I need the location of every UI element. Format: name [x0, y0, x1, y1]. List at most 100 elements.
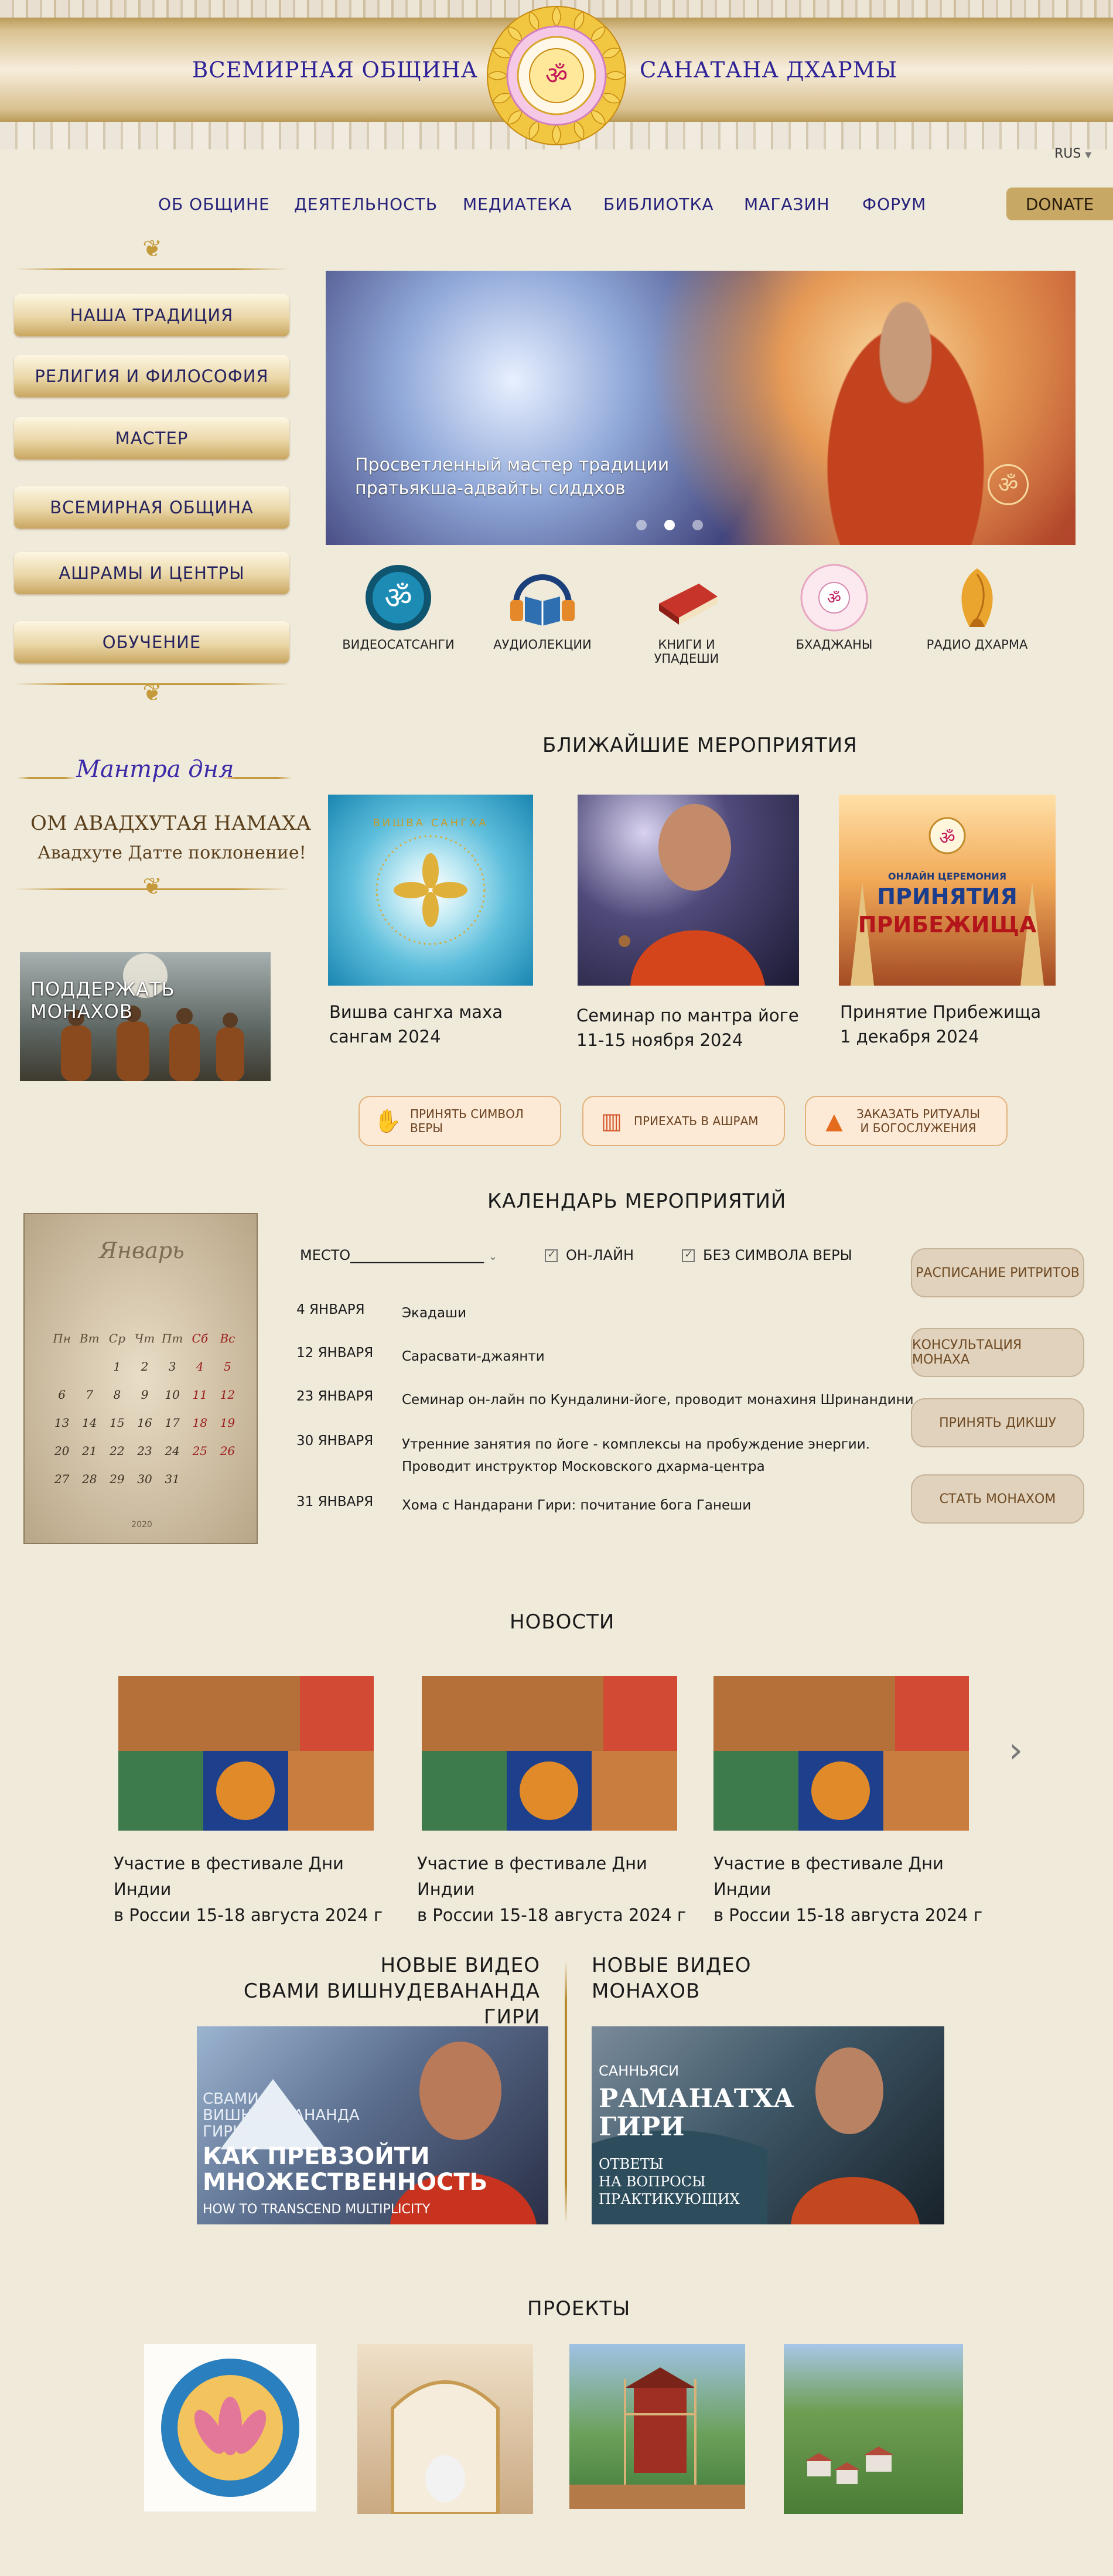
visit-ashram-button[interactable]: ▥ ПРИЕХАТЬ В АШРАМ [582, 1096, 785, 1146]
sidebar-item-master[interactable]: МАСТЕР [14, 417, 289, 459]
calendar-day[interactable]: 6 [48, 1388, 76, 1402]
project-image-lotus[interactable] [144, 2344, 316, 2512]
event-caption-refuge[interactable]: Принятие Прибежища 1 декабря 2024 [840, 1000, 1041, 1049]
sidebar-item-religion[interactable]: РЕЛИГИЯ И ФИЛОСОФИЯ [14, 355, 289, 397]
calendar-day[interactable]: 31 [159, 1472, 186, 1486]
nav-item-media[interactable]: МЕДИАТЕКА [463, 195, 572, 214]
news-caption[interactable]: Участие в фестивале Дни Индии в России 15… [114, 1851, 395, 1928]
event-date: 30 ЯНВАРЯ [296, 1433, 374, 1449]
calendar-day[interactable]: 28 [76, 1472, 103, 1486]
nav-item-activity[interactable]: ДЕЯТЕЛЬНОСТЬ [294, 195, 438, 214]
sidebar-item-community[interactable]: ВСЕМИРНАЯ ОБЩИНА [14, 486, 289, 529]
calendar-day[interactable]: 24 [159, 1444, 186, 1458]
calendar-day[interactable]: 25 [186, 1444, 214, 1458]
videos-monks-heading-line2: МОНАХОВ [592, 1979, 701, 2003]
calendar-day[interactable]: 13 [48, 1416, 76, 1430]
event-caption-seminar[interactable]: Семинар по мантра йоге 11-15 ноября 2024 [576, 1003, 799, 1052]
online-checkbox[interactable] [545, 1248, 558, 1262]
calendar-day[interactable]: 19 [214, 1416, 241, 1430]
calendar-day[interactable]: 26 [214, 1444, 241, 1458]
calendar-day[interactable]: 15 [103, 1416, 131, 1430]
support-monks-banner[interactable]: ПОДДЕРЖАТЬ МОНАХОВ [20, 952, 271, 1081]
calendar-event-row[interactable]: 4 ЯНВАРЯ Экадаши [296, 1302, 466, 1321]
calendar-day[interactable]: 27 [48, 1472, 76, 1486]
calendar-day[interactable]: 1 [103, 1359, 131, 1374]
sidebar-item-ashrams[interactable]: АШРАМЫ И ЦЕНТРЫ [14, 552, 289, 594]
calendar-day[interactable]: 3 [159, 1359, 186, 1374]
project-image-village[interactable] [784, 2344, 963, 2514]
become-monk-button[interactable]: СТАТЬ МОНАХОМ [911, 1474, 1084, 1524]
no-symbol-filter[interactable]: БЕЗ СИМВОЛА ВЕРЫ [682, 1247, 852, 1263]
retreat-schedule-button[interactable]: РАСПИСАНИЕ РИТРИТОВ [911, 1248, 1084, 1297]
calendar-event-row[interactable]: 30 ЯНВАРЯ Утренние занятия по йоге - комп… [296, 1433, 870, 1474]
calendar-day[interactable]: 9 [131, 1388, 158, 1402]
calendar-day[interactable]: 21 [76, 1444, 103, 1458]
calendar-event-row[interactable]: 12 ЯНВАРЯ Сарасвати-джаянти [296, 1345, 545, 1364]
no-symbol-checkbox[interactable] [682, 1248, 695, 1262]
calendar-day[interactable]: 7 [76, 1388, 103, 1402]
event-image-vishva[interactable]: ВИШВА САНГХА [328, 795, 533, 986]
calendar-day[interactable]: 23 [131, 1444, 158, 1458]
project-image-temple-interior[interactable] [357, 2344, 533, 2514]
calendar-day[interactable]: 20 [48, 1444, 76, 1458]
event-image-refuge[interactable]: ॐ ОНЛАЙН ЦЕРЕМОНИЯ ПРИНЯТИЯ ПРИБЕЖИЩА [839, 795, 1056, 986]
nav-item-about[interactable]: ОБ ОБЩИНЕ [158, 195, 270, 214]
event-image-seminar[interactable] [578, 795, 799, 986]
sidebar-item-tradition[interactable]: НАША ТРАДИЦИЯ [14, 294, 289, 336]
calendar-day[interactable]: 14 [76, 1416, 103, 1430]
place-filter[interactable]: МЕСТО___________________ ⌄ [300, 1247, 497, 1263]
video-thumbnail-master[interactable]: СВАМИ ВИШНУДЕВАНАНДА ГИРИ КАК ПРЕВЗОЙТИ МНО… [197, 2026, 548, 2224]
calendar-day[interactable]: 8 [103, 1388, 131, 1402]
hero-slider[interactable]: Просветленный мастер традиции пратьякша-… [326, 271, 1076, 545]
slider-dot-3[interactable] [692, 520, 703, 530]
nav-item-shop[interactable]: МАГАЗИН [744, 195, 830, 214]
calendar-day[interactable]: 16 [131, 1416, 158, 1430]
calendar-day[interactable]: 4 [186, 1359, 214, 1374]
calendar-event-row[interactable]: 31 ЯНВАРЯ Хома с Нандарани Гири: почитани… [296, 1494, 751, 1513]
accept-faith-symbol-button[interactable]: ✋ ПРИНЯТЬ СИМВОЛ ВЕРЫ [359, 1096, 561, 1146]
pill-label: ЗАКАЗАТЬ РИТУАЛЫ И БОГОСЛУЖЕНИЯ [856, 1107, 980, 1135]
calendar-day[interactable]: 30 [131, 1472, 158, 1486]
nav-item-library[interactable]: БИБЛИОТКА [603, 195, 714, 214]
online-filter[interactable]: ОН-ЛАЙН [545, 1247, 634, 1263]
calendar-day[interactable]: 29 [103, 1472, 131, 1486]
calendar-widget[interactable]: Январь Пн Вт Ср Чт Пт Сб Вс 1 2 3 4 5 6 7 8 9 10 11 12 13 14… [23, 1213, 258, 1544]
order-rituals-button[interactable]: ▲ ЗАКАЗАТЬ РИТУАЛЫ И БОГОСЛУЖЕНИЯ [805, 1096, 1008, 1146]
calendar-day[interactable]: 5 [214, 1359, 241, 1374]
language-selector[interactable]: RUS ▼ [1054, 146, 1091, 161]
slider-dot-2[interactable] [664, 520, 675, 530]
calendar-day[interactable]: 22 [103, 1444, 131, 1458]
quick-link-bhajans[interactable]: ॐ БХАДЖАНЫ [776, 563, 893, 652]
sidebar-divider-top [14, 268, 289, 270]
news-caption[interactable]: Участие в фестивале Дни Индии в России 15… [417, 1851, 698, 1928]
event-caption-line1: Принятие Прибежища [840, 1002, 1042, 1022]
quick-link-radio[interactable]: РАДИО ДХАРМА [919, 563, 1036, 652]
news-image[interactable] [713, 1676, 969, 1831]
calendar-day[interactable]: 18 [186, 1416, 214, 1430]
nav-item-forum[interactable]: ФОРУМ [862, 195, 926, 214]
calendar-weekday: Ср [108, 1331, 125, 1345]
take-diksha-button[interactable]: ПРИНЯТЬ ДИКШУ [911, 1398, 1084, 1447]
calendar-day[interactable]: 2 [131, 1359, 158, 1374]
calendar-day[interactable]: 11 [186, 1388, 214, 1402]
calendar-day[interactable]: 12 [214, 1388, 241, 1402]
chevron-right-icon[interactable]: › [1009, 1730, 1023, 1771]
monk-consultation-button[interactable]: КОНСУЛЬТАЦИЯ МОНАХА [911, 1328, 1084, 1377]
slider-dot-1[interactable] [636, 520, 647, 530]
donate-button[interactable]: DONATE [1006, 188, 1113, 220]
quick-link-books[interactable]: КНИГИ И УПАДЕШИ [628, 563, 745, 666]
news-caption[interactable]: Участие в фестивале Дни Индии в России 15… [713, 1851, 995, 1928]
quick-link-videosatsangs[interactable]: ॐ ВИДЕОСАТСАНГИ [340, 563, 457, 652]
news-image[interactable] [422, 1676, 677, 1831]
calendar-event-row[interactable]: 23 ЯНВАРЯ Семинар он-лайн по Кундалини-йо… [296, 1389, 914, 1408]
project-image-construction[interactable] [569, 2344, 745, 2509]
event-caption-vishva[interactable]: Вишва сангха маха сангам 2024 [329, 1000, 503, 1049]
site-logo[interactable]: ॐ [482, 4, 631, 148]
book-icon [648, 563, 725, 633]
video-thumbnail-monks[interactable]: САННЬЯСИ РАМАНАТХА ГИРИ ОТВЕТЫ НА ВОПРОСЫ П… [592, 2026, 944, 2224]
sidebar-item-education[interactable]: ОБУЧЕНИЕ [14, 621, 289, 663]
quick-link-audiolectures[interactable]: АУДИОЛЕКЦИИ [484, 563, 601, 652]
news-image[interactable] [118, 1676, 374, 1831]
calendar-day[interactable]: 10 [159, 1388, 186, 1402]
calendar-day[interactable]: 17 [159, 1416, 186, 1430]
